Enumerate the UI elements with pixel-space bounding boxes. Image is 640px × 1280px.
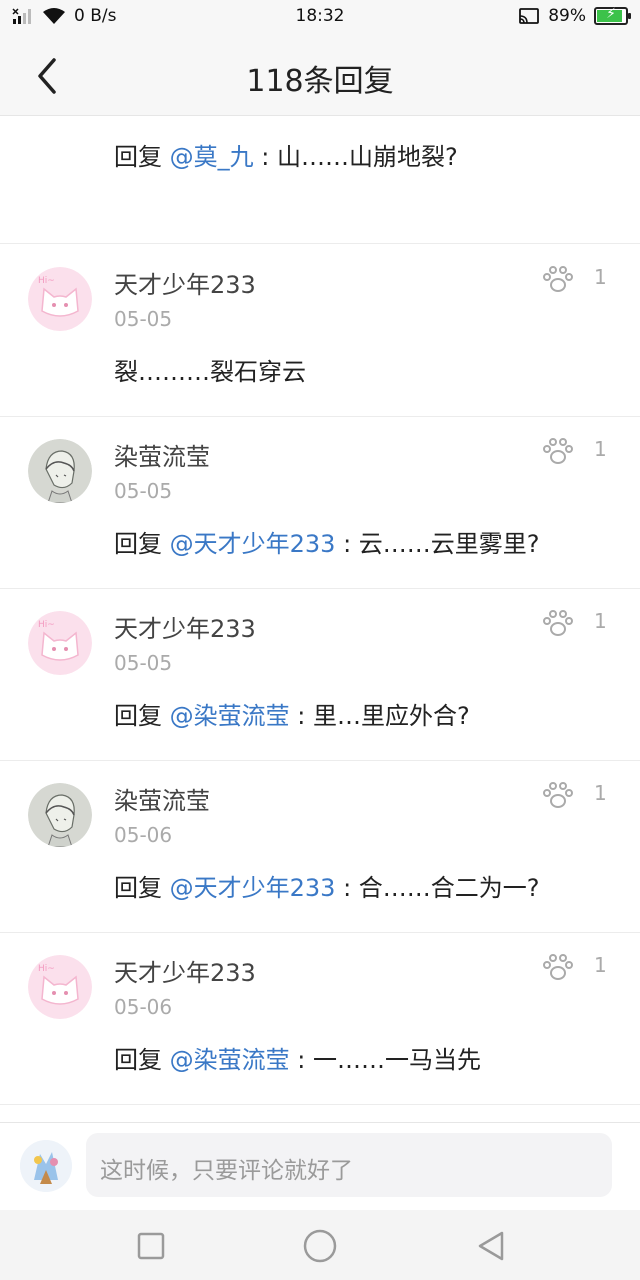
user-avatar[interactable] bbox=[28, 439, 92, 503]
cast-icon bbox=[519, 8, 540, 24]
username[interactable]: 染萤流莹 bbox=[114, 437, 210, 472]
reply-text: : 一……一马当先 bbox=[289, 1046, 481, 1074]
svg-text:Hi~: Hi~ bbox=[38, 620, 55, 630]
status-bar: 0 B/s 18:32 89% ⚡ bbox=[0, 0, 640, 36]
reply-content: 回复 @染萤流莹 : 里…里应外合? bbox=[114, 696, 470, 731]
reply-text: 裂………裂石穿云 bbox=[114, 358, 306, 386]
my-avatar[interactable] bbox=[20, 1140, 72, 1192]
paw-like-icon[interactable] bbox=[542, 264, 574, 294]
paw-like-icon[interactable] bbox=[542, 780, 574, 810]
home-icon[interactable] bbox=[300, 1226, 340, 1266]
mention-link[interactable]: @天才少年233 bbox=[170, 874, 336, 902]
reply-date: 05-05 bbox=[114, 479, 173, 503]
reply-text: : 山……山崩地裂? bbox=[253, 143, 458, 171]
reply-prefix: 回复 bbox=[114, 702, 170, 730]
status-right: 89% ⚡ bbox=[518, 6, 631, 26]
username[interactable]: 染萤流莹 bbox=[114, 781, 210, 816]
reply-date: 05-06 bbox=[114, 995, 173, 1019]
page-header: 118条回复 bbox=[0, 36, 640, 116]
like-count: 1 bbox=[594, 265, 607, 289]
reply-prefix: 回复 bbox=[114, 874, 170, 902]
user-avatar[interactable]: Hi~ bbox=[28, 267, 92, 331]
reply-item: Hi~ 天才少年233 05-06 回复 @染萤流莹 : 一……一马当先 1 bbox=[0, 933, 640, 1105]
system-nav-bar bbox=[0, 1210, 640, 1280]
like-count: 1 bbox=[594, 437, 607, 461]
paw-like-icon[interactable] bbox=[542, 436, 574, 466]
reply-item: 染萤流莹 05-05 回复 @天才少年233 : 云……云里雾里? 1 bbox=[0, 417, 640, 589]
reply-date: 05-05 bbox=[114, 307, 173, 331]
svg-text:Hi~: Hi~ bbox=[38, 276, 55, 286]
reply-content: 回复 @染萤流莹 : 一……一马当先 bbox=[114, 1040, 481, 1075]
user-avatar[interactable]: Hi~ bbox=[28, 955, 92, 1019]
recent-apps-icon[interactable] bbox=[133, 1228, 169, 1264]
battery-icon: ⚡ bbox=[594, 6, 631, 25]
reply-text: : 合……合二为一? bbox=[335, 874, 540, 902]
comment-bar: 这时候，只要评论就好了 bbox=[0, 1122, 640, 1210]
mention-link[interactable]: @莫_九 bbox=[170, 143, 254, 171]
username[interactable]: 天才少年233 bbox=[114, 609, 256, 644]
reply-content: 回复 @天才少年233 : 云……云里雾里? bbox=[114, 524, 540, 559]
reply-list[interactable]: 05-04 回复 @莫_九 : 山……山崩地裂? Hi~ 天才少年233 05-… bbox=[0, 116, 640, 1122]
reply-item: 05-04 回复 @莫_九 : 山……山崩地裂? bbox=[0, 116, 640, 244]
reply-text: : 云……云里雾里? bbox=[335, 530, 540, 558]
mention-link[interactable]: @天才少年233 bbox=[170, 530, 336, 558]
reply-prefix: 回复 bbox=[114, 143, 170, 171]
username[interactable]: 天才少年233 bbox=[114, 265, 256, 300]
like-count: 1 bbox=[594, 609, 607, 633]
like-count: 1 bbox=[594, 953, 607, 977]
mention-link[interactable]: @染萤流莹 bbox=[170, 702, 290, 730]
reply-item: Hi~ 天才少年233 05-05 裂………裂石穿云 1 bbox=[0, 245, 640, 417]
battery-percent: 89% bbox=[548, 6, 586, 26]
page-title: 118条回复 bbox=[246, 64, 394, 99]
reply-prefix: 回复 bbox=[114, 530, 170, 558]
reply-item: 染萤流莹 05-06 回复 @天才少年233 : 合……合二为一? 1 bbox=[0, 761, 640, 933]
reply-content: 回复 @莫_九 : 山……山崩地裂? bbox=[114, 137, 458, 172]
reply-prefix: 回复 bbox=[114, 1046, 170, 1074]
reply-date: 05-05 bbox=[114, 651, 173, 675]
user-avatar[interactable] bbox=[28, 783, 92, 847]
reply-content: 裂………裂石穿云 bbox=[114, 352, 306, 387]
back-nav-icon[interactable] bbox=[474, 1228, 510, 1264]
username[interactable]: 天才少年233 bbox=[114, 953, 256, 988]
reply-text: : 里…里应外合? bbox=[289, 702, 470, 730]
clock: 18:32 bbox=[295, 6, 345, 26]
like-count: 1 bbox=[594, 781, 607, 805]
comment-input[interactable]: 这时候，只要评论就好了 bbox=[86, 1133, 612, 1197]
user-avatar[interactable]: Hi~ bbox=[28, 611, 92, 675]
svg-text:Hi~: Hi~ bbox=[38, 964, 55, 974]
reply-date: 05-06 bbox=[114, 823, 173, 847]
reply-content: 回复 @天才少年233 : 合……合二为一? bbox=[114, 868, 540, 903]
paw-like-icon[interactable] bbox=[542, 608, 574, 638]
paw-like-icon[interactable] bbox=[542, 952, 574, 982]
reply-item: Hi~ 天才少年233 05-05 回复 @染萤流莹 : 里…里应外合? 1 bbox=[0, 589, 640, 761]
mention-link[interactable]: @染萤流莹 bbox=[170, 1046, 290, 1074]
